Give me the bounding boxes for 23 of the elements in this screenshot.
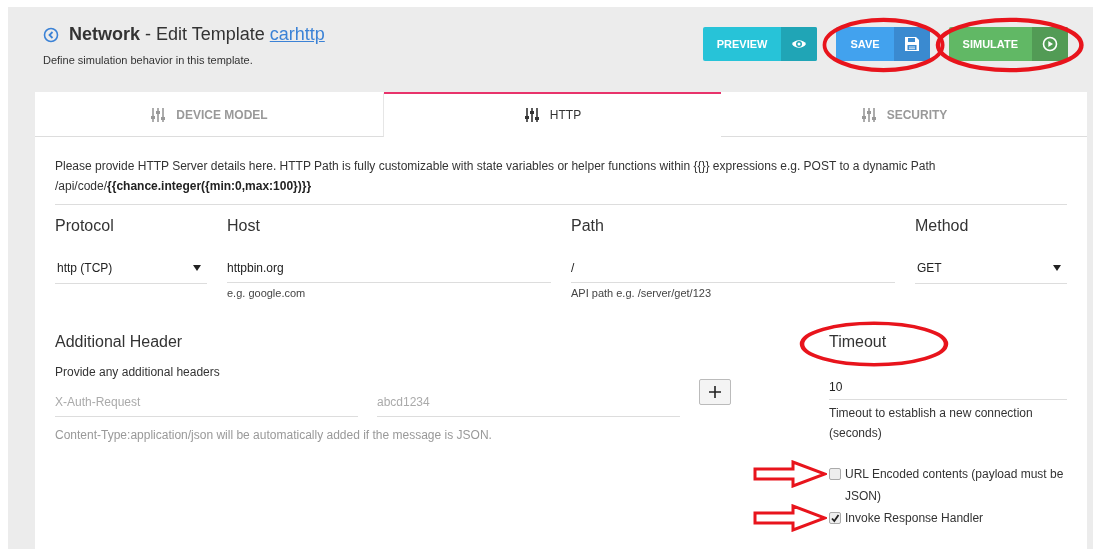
field-label: Protocol [55, 217, 115, 236]
field-label: Host [227, 217, 261, 236]
input-field[interactable]: httpbin.org [227, 253, 551, 283]
checkbox-label: Invoke Response Handler [845, 510, 984, 527]
page-subtitle: Define simulation behavior in this template. [43, 54, 254, 66]
section-title: Additional Header [55, 333, 184, 352]
section-description: Provide any additional headers [55, 365, 221, 379]
header-name-field[interactable]: X-Auth-Request [55, 387, 358, 417]
field-note: Content-Type:application/json will be automatically added if the message is JSON. [55, 428, 493, 442]
intro-text: Please provide HTTP Server details here. HTTP Path is fully customizable with state variables or helper functions within {{}} expressions e.g. POST to a dynamic Path /api/code/{{chance.integer({min:0,max:100})}} [55, 158, 937, 195]
field-hint: API path e.g. /server/get/123 [571, 287, 713, 299]
checkbox-label: URL Encoded contents (payload must be JSON) [845, 466, 1065, 505]
input-field[interactable]: / [571, 253, 895, 283]
dropdown[interactable]: GET [915, 253, 1067, 284]
page-title: Network - Edit Template carhttp [69, 24, 325, 45]
field-label: Path [571, 217, 605, 236]
field-label: Method [915, 217, 970, 236]
field-hint: e.g. google.com [227, 287, 307, 299]
dropdown[interactable]: http (TCP) [55, 253, 207, 284]
timeout-field[interactable]: 10 [829, 375, 1067, 400]
field-hint: Timeout to establish a new connection (seconds) [829, 405, 1034, 442]
header-value-field[interactable]: abcd1234 [377, 387, 680, 417]
field-label: Timeout [829, 333, 887, 352]
